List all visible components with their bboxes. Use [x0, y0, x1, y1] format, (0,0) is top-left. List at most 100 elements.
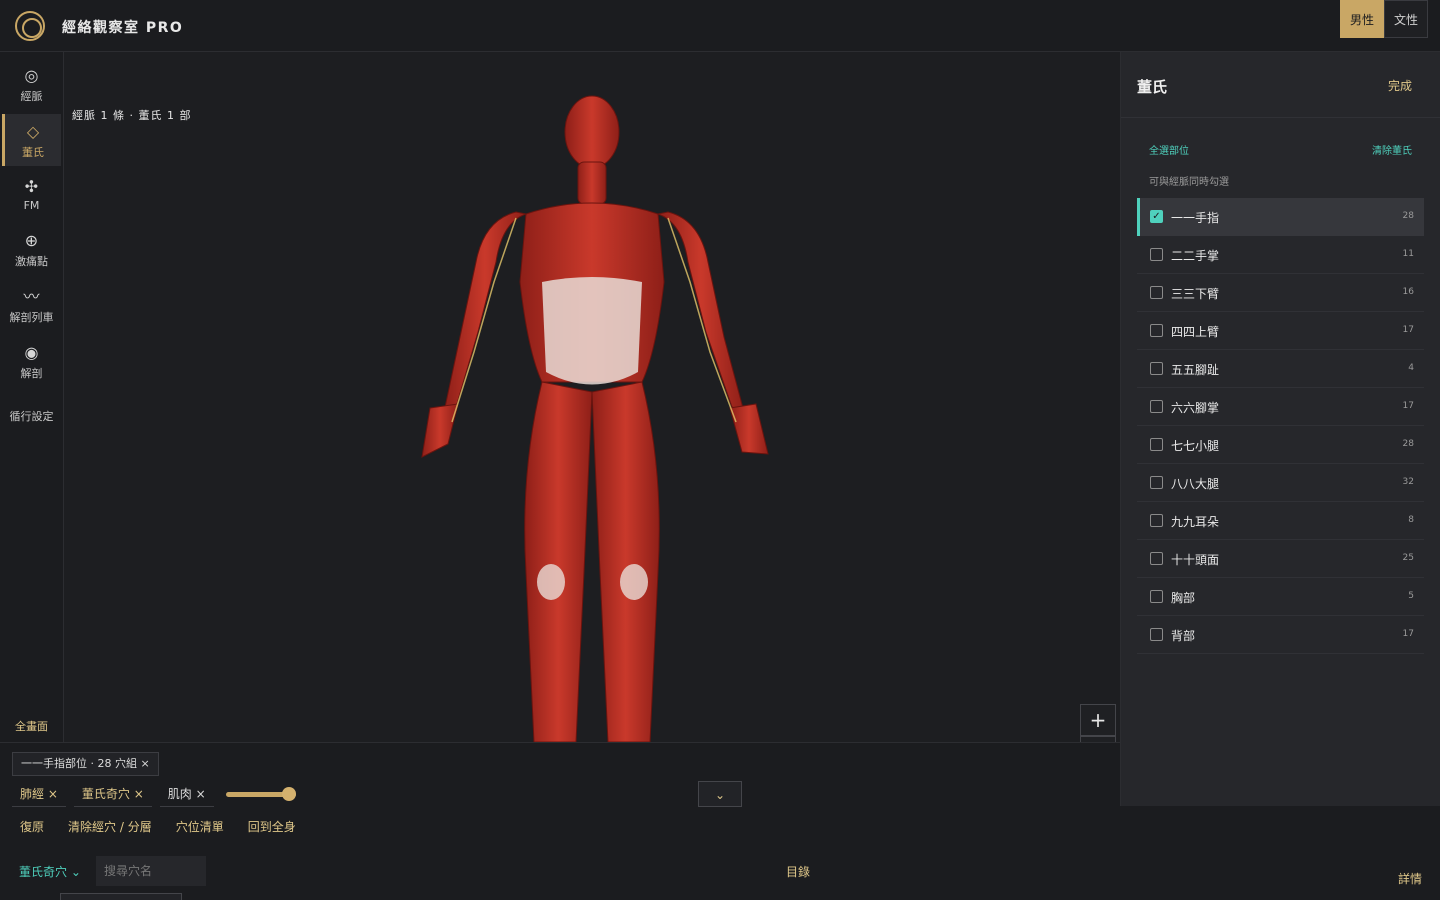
left-knee: [537, 564, 565, 600]
list-item[interactable]: 四四上臂 17: [1137, 312, 1424, 350]
region-name: 九九耳朵: [1171, 515, 1220, 529]
region-name: 七七小腿: [1171, 439, 1220, 453]
nav-item-trigger-points[interactable]: ⊕ 激痛點: [2, 223, 61, 275]
dong-panel: 董氏 完成 全選部位 清除董氏 可與經脈同時勾選 ✓ 一一手指 28 二二手掌 …: [1120, 52, 1440, 806]
nodes-icon: ✣: [24, 177, 39, 196]
region-count: 17: [1402, 325, 1414, 335]
details-button[interactable]: 詳情: [1398, 870, 1422, 887]
chip-muscle[interactable]: 肌肉 ×: [159, 781, 214, 807]
search-input[interactable]: [96, 856, 206, 886]
ring-icon: ◎: [24, 66, 39, 85]
gender-toggle: 男性 文性: [1340, 0, 1428, 38]
done-button[interactable]: 完成: [1388, 77, 1412, 94]
checkbox[interactable]: [1150, 514, 1163, 527]
left-nav: ◎ 經脈 ◇ 董氏 ✣ FM ⊕ 激痛點 〰 解剖列車 ◉ 解剖 循行設定 全畫…: [0, 52, 64, 742]
checkbox[interactable]: [1150, 628, 1163, 641]
model-viewport[interactable]: 經脈 1 條 · 董氏 1 部 +: [64, 52, 1120, 742]
collapse-button[interactable]: ⌄: [698, 781, 742, 807]
checkbox[interactable]: [1150, 248, 1163, 261]
clear-layers-button[interactable]: 清除經穴 / 分層: [68, 818, 152, 835]
app-title: 經絡觀察室 PRO: [62, 20, 184, 36]
layer-chips: 肺經 × 董氏奇穴 × 肌肉 ×: [12, 781, 296, 807]
nav-item-anatomy[interactable]: ◉ 解剖: [2, 335, 61, 387]
clear-dong-link[interactable]: 清除董氏: [1372, 142, 1412, 157]
nav-label: 解剖: [20, 367, 43, 380]
bottom-toolbar: 一一手指部位 · 28 穴組 × 肺經 × 董氏奇穴 × 肌肉 × ⌄ 復原 清…: [0, 742, 1120, 900]
plus-circle-icon: ⊕: [24, 231, 39, 250]
chip-lung-meridian[interactable]: 肺經 ×: [12, 781, 66, 807]
nav-label: 經脈: [20, 90, 43, 103]
head: [564, 95, 620, 169]
list-item[interactable]: 十十頭面 25: [1137, 540, 1424, 578]
checkbox[interactable]: [1150, 552, 1163, 565]
region-name: 四四上臂: [1171, 325, 1220, 339]
checkbox[interactable]: [1150, 438, 1163, 451]
diamond-icon: ◇: [26, 122, 40, 141]
nav-item-meridian[interactable]: ◎ 經脈: [2, 58, 61, 110]
chip-dong-points[interactable]: 董氏奇穴 ×: [73, 781, 152, 807]
bottom-tab-handle[interactable]: [60, 893, 182, 900]
chevron-down-icon: ⌄: [70, 865, 81, 879]
checkbox[interactable]: [1150, 476, 1163, 489]
zoom-in-button[interactable]: +: [1080, 704, 1116, 736]
nav-label: 董氏: [22, 146, 44, 159]
checkbox[interactable]: [1150, 590, 1163, 603]
region-name: 五五腳趾: [1171, 363, 1220, 377]
selection-chip[interactable]: 一一手指部位 · 28 穴組 ×: [12, 752, 159, 776]
list-item[interactable]: 九九耳朵 8: [1137, 502, 1424, 540]
nav-item-anatomy-trains[interactable]: 〰 解剖列車: [2, 279, 61, 331]
list-item[interactable]: 三三下臂 16: [1137, 274, 1424, 312]
right-leg: [591, 381, 660, 742]
body-model[interactable]: [64, 52, 1120, 742]
wave-icon: 〰: [23, 287, 40, 306]
checkbox[interactable]: [1150, 286, 1163, 299]
nav-label: 激痛點: [15, 255, 48, 268]
list-item[interactable]: 胸部 5: [1137, 578, 1424, 616]
checkbox-checked[interactable]: ✓: [1150, 210, 1163, 223]
opacity-slider[interactable]: [225, 781, 296, 807]
abdomen-fascia: [542, 277, 642, 385]
left-leg: [524, 381, 593, 742]
select-all-link[interactable]: 全選部位: [1149, 142, 1189, 157]
list-item[interactable]: 八八大腿 32: [1137, 464, 1424, 502]
region-count: 8: [1408, 515, 1414, 525]
region-count: 28: [1402, 439, 1414, 449]
panel-title: 董氏: [1137, 78, 1168, 96]
route-settings-button[interactable]: 循行設定: [0, 408, 63, 424]
panel-hint: 可與經脈同時勾選: [1149, 177, 1229, 188]
gender-female-button[interactable]: 文性: [1384, 0, 1428, 38]
list-item[interactable]: ✓ 一一手指 28: [1137, 198, 1424, 236]
category-dropdown[interactable]: 董氏奇穴 ⌄: [19, 863, 81, 880]
nav-label: FM: [23, 199, 40, 212]
slider-knob[interactable]: [281, 787, 296, 801]
checkbox[interactable]: [1150, 324, 1163, 337]
region-name: 二二手掌: [1171, 249, 1220, 263]
region-count: 5: [1408, 591, 1414, 601]
region-name: 十十頭面: [1171, 553, 1220, 567]
reset-button[interactable]: 復原: [20, 818, 44, 835]
list-item[interactable]: 二二手掌 11: [1137, 236, 1424, 274]
fullscreen-button[interactable]: 全畫面: [0, 718, 63, 734]
nav-item-dong[interactable]: ◇ 董氏: [2, 114, 61, 166]
region-count: 11: [1402, 249, 1414, 259]
region-count: 4: [1408, 363, 1414, 373]
list-item[interactable]: 六六腳掌 17: [1137, 388, 1424, 426]
whole-body-button[interactable]: 回到全身: [248, 818, 296, 835]
gender-male-button[interactable]: 男性: [1340, 0, 1384, 38]
list-item[interactable]: 五五腳趾 4: [1137, 350, 1424, 388]
list-item[interactable]: 背部 17: [1137, 616, 1424, 654]
nav-item-fm[interactable]: ✣ FM: [2, 169, 61, 221]
region-count: 17: [1402, 629, 1414, 639]
point-list-button[interactable]: 穴位清單: [176, 818, 224, 835]
panel-header: 董氏 完成: [1121, 52, 1440, 118]
neck: [577, 161, 607, 205]
checkbox[interactable]: [1150, 400, 1163, 413]
region-name: 一一手指: [1171, 211, 1220, 225]
category-label: 董氏奇穴: [19, 865, 68, 879]
region-count: 32: [1402, 477, 1414, 487]
catalog-button[interactable]: 目錄: [786, 863, 810, 880]
bottom-right: 詳情: [1120, 806, 1440, 900]
right-arm: [656, 211, 745, 413]
checkbox[interactable]: [1150, 362, 1163, 375]
list-item[interactable]: 七七小腿 28: [1137, 426, 1424, 464]
